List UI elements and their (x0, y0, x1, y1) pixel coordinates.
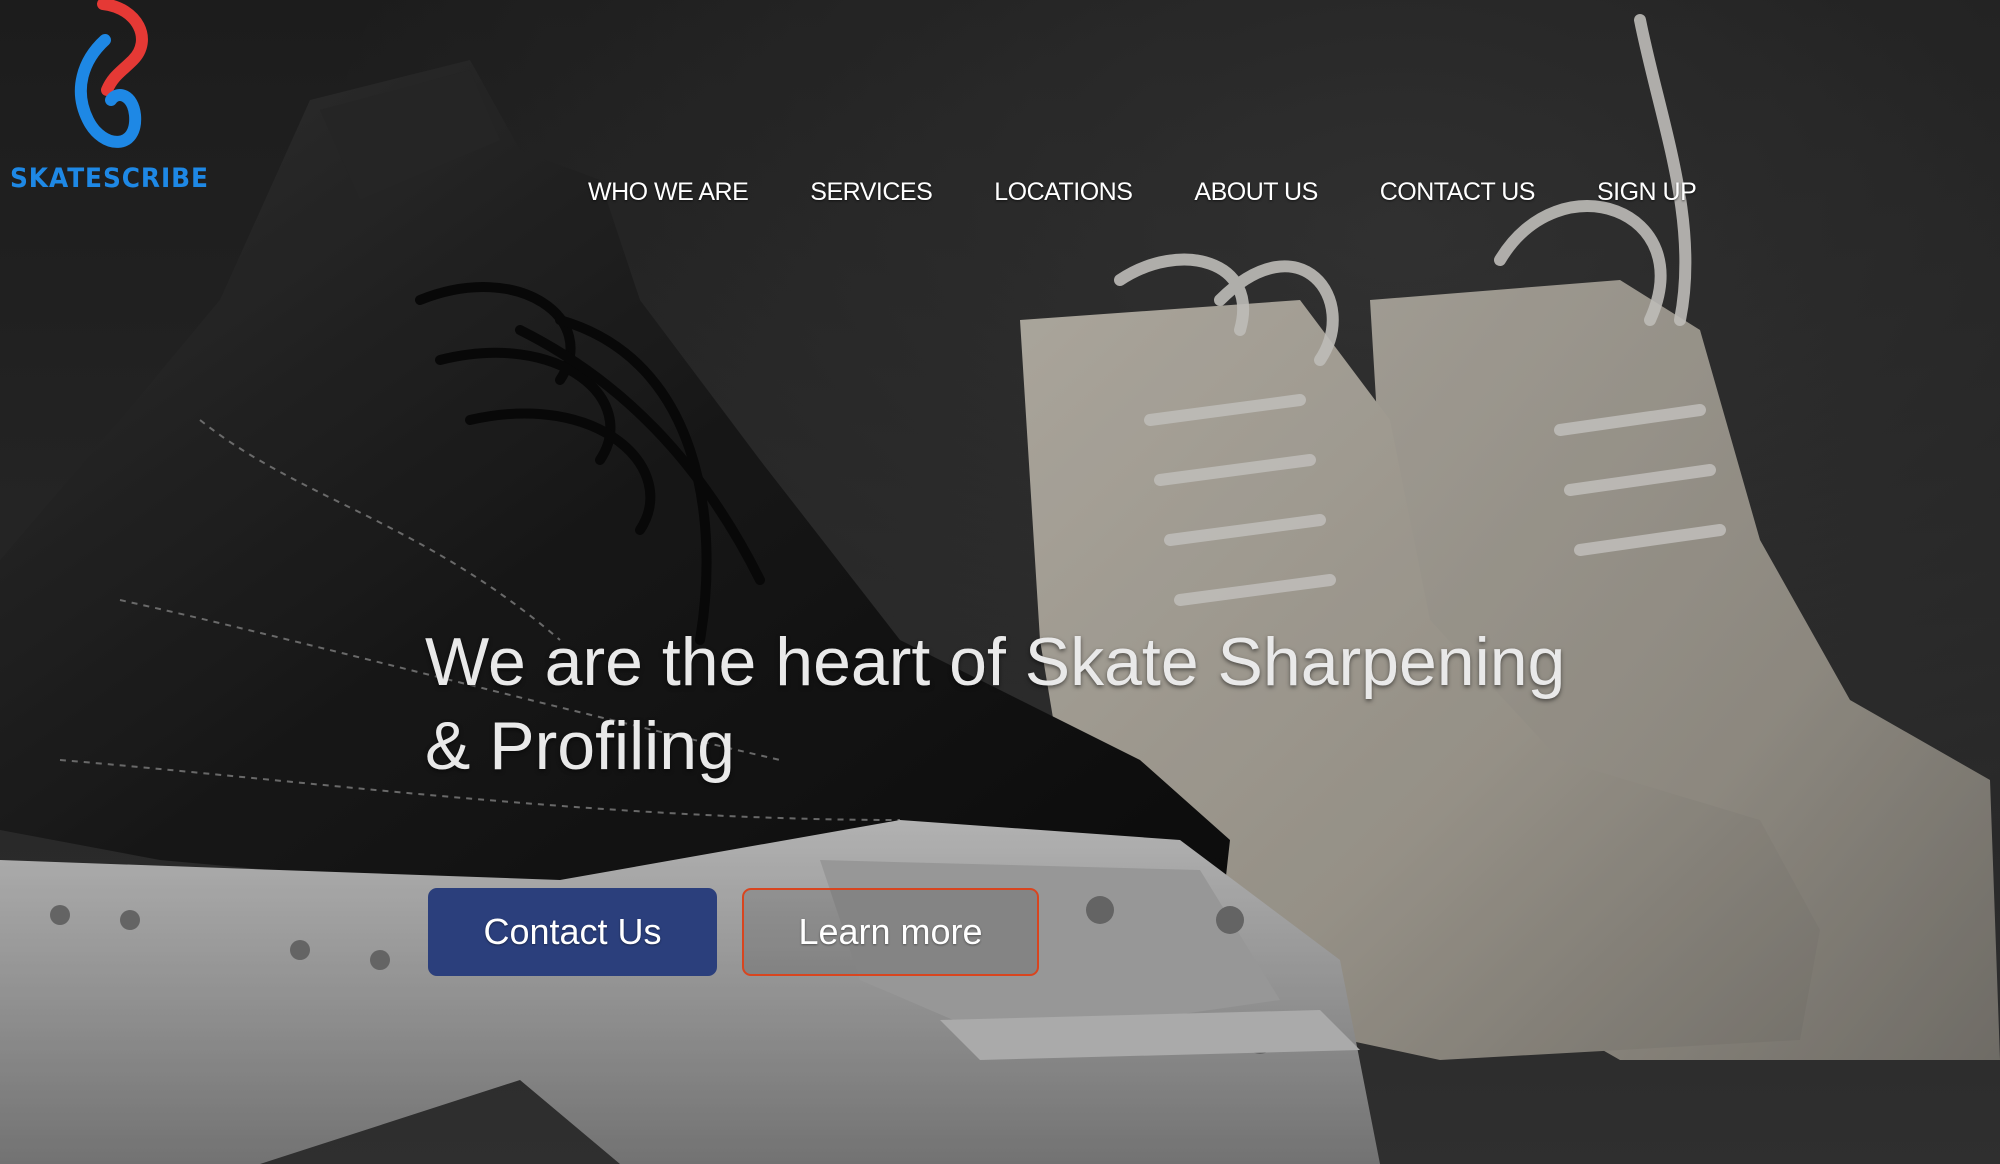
skatescribe-logo[interactable]: SKATESCRIBE (8, 0, 208, 200)
contact-us-button[interactable]: Contact Us (428, 888, 717, 976)
nav-sign-up[interactable]: SIGN UP (1597, 178, 1697, 207)
logo-s-icon (74, 0, 148, 148)
nav-services[interactable]: SERVICES (810, 178, 932, 207)
hero-headline: We are the heart of Skate Sharpening & P… (425, 620, 1685, 788)
hero-headline-line-1: We are the heart of Skate Sharpening (425, 624, 1566, 700)
nav-locations[interactable]: LOCATIONS (994, 178, 1133, 207)
hero-headline-line-2: & Profiling (425, 708, 735, 784)
learn-more-button[interactable]: Learn more (742, 888, 1039, 976)
nav-who-we-are[interactable]: WHO WE ARE (588, 178, 749, 207)
nav-contact-us[interactable]: CONTACT US (1380, 178, 1536, 207)
logo-wordmark: SKATESCRIBE (10, 163, 209, 194)
hero-dim-overlay (0, 0, 2000, 1164)
hero-section: SKATESCRIBE WHO WE ARE SERVICES LOCATION… (0, 0, 2000, 1164)
main-nav: WHO WE ARE SERVICES LOCATIONS ABOUT US C… (588, 178, 1758, 207)
nav-about-us[interactable]: ABOUT US (1194, 178, 1318, 207)
